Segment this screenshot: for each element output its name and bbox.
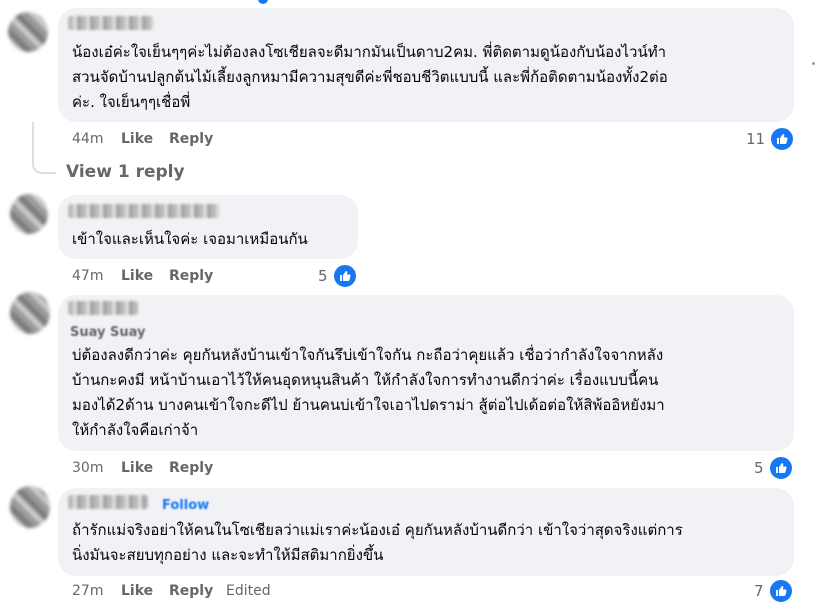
timestamp[interactable]: 47m <box>72 268 103 284</box>
like-button[interactable]: Like <box>121 268 153 284</box>
comment-bubble: น้องเอ๋ค่ะใจเย็นๆๆค่ะไม่ต้องลงโซเชียลจะด… <box>58 8 794 122</box>
reaction-count[interactable]: 11 <box>746 126 796 152</box>
avatar[interactable] <box>10 292 50 334</box>
like-button[interactable]: Like <box>121 460 153 476</box>
reaction-number: 7 <box>754 582 764 600</box>
reaction-count[interactable]: 5 <box>754 455 794 481</box>
reaction-count[interactable]: 5 <box>318 263 358 289</box>
comment-bubble: Suay Suay บ่ต้องลงดีกว่าค่ะ คุยกันหลังบ้… <box>58 295 794 451</box>
author-name[interactable] <box>68 16 154 30</box>
thread-connector <box>32 122 56 174</box>
comment-text-line: สวนจัดบ้านปลูกต้นไม้เลี้ยงลูกหมามีความสุ… <box>72 68 668 86</box>
comment-text-line: น้องเอ๋ค่ะใจเย็นๆๆค่ะไม่ต้องลงโซเชียลจะด… <box>72 43 667 61</box>
scrollbar-indicator[interactable] <box>812 62 815 65</box>
reply-button[interactable]: Reply <box>169 268 213 284</box>
comment-text-line: ถ้ารักแม่จริงอย่าให้คนในโซเชียลว่าแม่เรา… <box>72 521 683 539</box>
comment-text-line: ให้กำลังใจคือเก่าจ้า <box>72 421 199 439</box>
follow-button-ghost[interactable]: Follow <box>162 498 209 513</box>
thumbs-up-icon <box>769 126 796 152</box>
reaction-number: 11 <box>746 130 766 148</box>
comment-text-line: นิ่งมันจะสยบทุกอย่าง และจะทำให้มีสติมากย… <box>72 546 384 564</box>
thumbs-up-icon <box>767 578 794 604</box>
reply-button[interactable]: Reply <box>169 460 213 476</box>
comment-bubble: Follow ถ้ารักแม่จริงอย่าให้คนในโซเชียลว่… <box>58 488 794 576</box>
thumbs-up-icon <box>767 455 794 481</box>
comment-text-line: บ่ต้องลงดีกว่าค่ะ คุยกันหลังบ้านเข้าใจกั… <box>72 346 664 364</box>
timestamp[interactable]: 44m <box>72 131 103 147</box>
reply-button[interactable]: Reply <box>169 583 213 599</box>
like-button[interactable]: Like <box>121 583 153 599</box>
comment-bubble: เข้าใจและเห็นใจค่ะ เจอมาเหมือนกัน <box>58 195 358 259</box>
view-replies-link[interactable]: View 1 reply <box>66 162 185 182</box>
like-button[interactable]: Like <box>121 131 153 147</box>
timestamp[interactable]: 27m <box>72 583 103 599</box>
reaction-count[interactable]: 7 <box>754 578 794 604</box>
comment-text-line: มองได้2ด้าน บางคนเข้าใจกะดีไป ย้านคนบ่เข… <box>72 396 665 414</box>
reaction-number: 5 <box>754 459 764 477</box>
timestamp[interactable]: 30m <box>72 460 103 476</box>
thumbs-up-icon <box>331 263 358 289</box>
author-name-ghost: Suay Suay <box>70 325 146 340</box>
comment-text-line: บ้านกะคงมี หน้าบ้านเอาไว้ให้คนอุดหนุนสิน… <box>72 371 659 389</box>
edited-label[interactable]: Edited <box>226 583 271 599</box>
reaction-number: 5 <box>318 267 328 285</box>
reply-button[interactable]: Reply <box>169 131 213 147</box>
author-name[interactable] <box>68 204 220 218</box>
reaction-dot <box>258 0 268 4</box>
comment-text-line: เข้าใจและเห็นใจค่ะ เจอมาเหมือนกัน <box>72 230 308 248</box>
avatar[interactable] <box>10 486 50 528</box>
avatar[interactable] <box>8 12 48 52</box>
author-name[interactable] <box>68 301 138 315</box>
comment-text-line: ค่ะ. ใจเย็นๆๆเชื่อพี่ <box>72 93 191 111</box>
avatar[interactable] <box>10 194 48 234</box>
author-name[interactable] <box>68 495 148 509</box>
